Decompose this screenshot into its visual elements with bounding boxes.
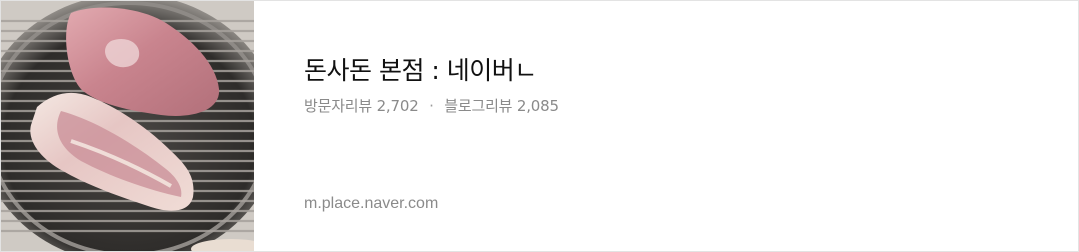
card-info: 돈사돈 본점 : 네이버ㄴ 방문자리뷰 2,702 · 블로그리뷰 2,085 … — [254, 1, 1078, 251]
card-title[interactable]: 돈사돈 본점 : 네이버ㄴ — [304, 51, 537, 87]
card-url[interactable]: m.place.naver.com — [304, 195, 438, 213]
blog-review-label: 블로그리뷰 — [444, 97, 513, 115]
review-stats: 방문자리뷰 2,702 · 블로그리뷰 2,085 — [304, 95, 559, 116]
meta-separator: · — [429, 97, 434, 115]
link-preview-card[interactable]: 돈사돈 본점 : 네이버ㄴ 방문자리뷰 2,702 · 블로그리뷰 2,085 … — [0, 0, 1079, 252]
visit-review-count: 2,702 — [376, 97, 419, 115]
pork-on-grill-photo — [1, 1, 254, 251]
blog-review-count: 2,085 — [516, 97, 559, 115]
thumbnail-image — [1, 1, 254, 251]
visit-review-label: 방문자리뷰 — [304, 97, 373, 115]
